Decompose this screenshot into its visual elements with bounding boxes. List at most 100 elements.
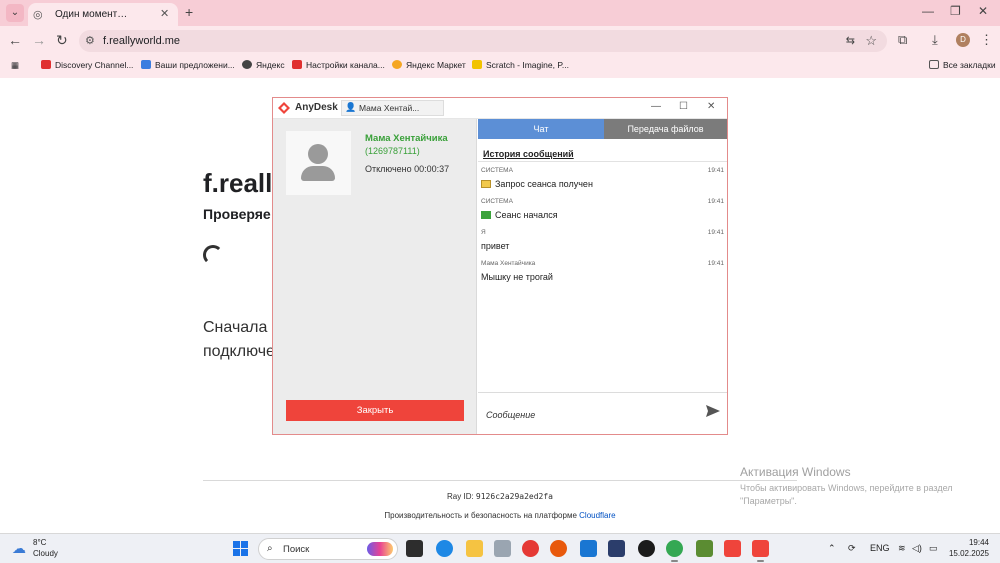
tab-search-button[interactable]: ⌄ bbox=[6, 4, 24, 22]
page-subheading: Проверяе bbox=[203, 206, 271, 222]
language-indicator[interactable]: ENG bbox=[870, 543, 890, 553]
youtube-icon bbox=[41, 60, 51, 69]
tab-close-icon[interactable]: ✕ bbox=[160, 7, 169, 20]
new-tab-button[interactable]: + bbox=[185, 4, 193, 20]
request-icon bbox=[481, 180, 491, 188]
forward-icon[interactable]: → bbox=[32, 32, 46, 48]
update-icon[interactable]: ⟳ bbox=[848, 543, 856, 554]
message-time: 19:41 bbox=[707, 198, 724, 205]
globe-icon: ◎ bbox=[33, 9, 43, 21]
chevron-up-icon[interactable]: ⌃ bbox=[828, 543, 836, 554]
start-button[interactable] bbox=[233, 541, 248, 556]
message-text: Запрос сеанса получен bbox=[495, 179, 593, 189]
search-icon: ⌕ bbox=[267, 543, 273, 554]
reload-icon[interactable]: ↻ bbox=[56, 32, 68, 49]
chat-panel: Чат Передача файлов История сообщений СИ… bbox=[478, 119, 727, 434]
youtube-icon bbox=[292, 60, 302, 69]
yandex-browser-icon[interactable] bbox=[522, 540, 539, 557]
message-text: Мышку не трогай bbox=[481, 272, 553, 282]
menu-icon[interactable]: ⋮ bbox=[980, 32, 993, 48]
yandex-icon bbox=[242, 60, 252, 69]
message-input[interactable] bbox=[486, 407, 686, 423]
restore-icon[interactable]: ❐ bbox=[950, 4, 961, 18]
wifi-icon[interactable]: ≋ bbox=[898, 543, 906, 554]
bookmark-item[interactable]: Яндекс bbox=[242, 60, 285, 70]
app-icon[interactable] bbox=[494, 540, 511, 557]
volume-icon[interactable]: ◁) bbox=[912, 543, 922, 554]
anydesk-icon[interactable] bbox=[752, 540, 769, 562]
bookmarks-bar: ▦ Discovery Channel... Ваши предложени..… bbox=[0, 56, 1000, 78]
back-icon[interactable]: ← bbox=[8, 32, 22, 48]
bookmark-item[interactable]: Яндекс Маркет bbox=[392, 60, 466, 70]
apps-grid-icon[interactable]: ▦ bbox=[11, 60, 19, 71]
address-bar[interactable]: ⚙ f.reallyworld.me ⇆ ☆ bbox=[79, 30, 887, 52]
minimize-icon[interactable]: — bbox=[922, 4, 934, 18]
maximize-icon[interactable]: ☐ bbox=[679, 101, 688, 112]
divider bbox=[203, 480, 797, 481]
cloudflare-link[interactable]: Cloudflare bbox=[579, 511, 615, 520]
download-icon[interactable]: ⤓ bbox=[932, 32, 938, 48]
send-icon[interactable] bbox=[705, 403, 721, 419]
close-icon[interactable]: ✕ bbox=[707, 101, 715, 112]
url-text[interactable]: f.reallyworld.me bbox=[103, 35, 180, 47]
clock-time[interactable]: 19:44 bbox=[955, 538, 989, 547]
site-info-icon[interactable]: ⚙ bbox=[85, 34, 95, 47]
extensions-icon[interactable]: ⧉ bbox=[898, 32, 907, 48]
scratch-icon bbox=[472, 60, 482, 69]
outlook-icon[interactable] bbox=[580, 540, 597, 557]
chat-message: СИСТЕМА 19:41 Запрос сеанса получен bbox=[481, 167, 727, 195]
bookmark-item[interactable]: Ваши предложени... bbox=[141, 60, 235, 70]
translate-icon[interactable]: ⇆ bbox=[846, 34, 855, 47]
chrome-icon[interactable] bbox=[666, 540, 683, 562]
profile-avatar[interactable]: D bbox=[956, 33, 970, 47]
message-text: привет bbox=[481, 241, 510, 251]
windows-logo-icon bbox=[241, 549, 248, 556]
close-button[interactable]: Закрыть bbox=[286, 400, 464, 421]
browser-tab-active[interactable]: ◎ Один момент… ✕ bbox=[28, 3, 178, 26]
anydesk-session-tab[interactable]: 👤 Мама Хентай... bbox=[341, 100, 444, 116]
windows-logo-icon bbox=[233, 541, 240, 548]
message-sender: Я bbox=[481, 229, 486, 236]
minecraft-icon[interactable] bbox=[696, 540, 713, 557]
message-sender: Мама Хентайчика bbox=[481, 260, 536, 267]
steam-icon[interactable] bbox=[638, 540, 655, 557]
avatar bbox=[286, 131, 351, 195]
bookmark-star-icon[interactable]: ☆ bbox=[865, 33, 877, 49]
minimize-icon[interactable]: — bbox=[651, 101, 661, 112]
windows-logo-icon bbox=[241, 541, 248, 548]
battery-icon[interactable]: ▭ bbox=[929, 543, 938, 554]
contact-panel: Мама Хентайчика (1269787111) Отключено 0… bbox=[273, 119, 477, 434]
weather-condition[interactable]: Cloudy bbox=[33, 549, 58, 558]
avatar-body bbox=[301, 166, 335, 181]
anydesk-icon[interactable] bbox=[724, 540, 741, 557]
history-title[interactable]: История сообщений bbox=[483, 149, 574, 159]
tab-file-transfer[interactable]: Передача файлов bbox=[604, 119, 727, 139]
anydesk-titlebar: AnyDesk 👤 Мама Хентай... — ☐ ✕ bbox=[273, 98, 727, 119]
session-icon bbox=[481, 211, 491, 219]
taskbar-search[interactable]: ⌕ Поиск bbox=[258, 538, 398, 560]
weather-temp[interactable]: 8°C bbox=[33, 538, 46, 547]
bookmark-item[interactable]: Discovery Channel... bbox=[41, 60, 133, 70]
bookmark-item[interactable]: Scratch - Imagine, P... bbox=[472, 60, 569, 70]
message-time: 19:41 bbox=[707, 167, 724, 174]
search-highlight-icon bbox=[367, 542, 393, 556]
activation-text: Чтобы активировать Windows, перейдите в … bbox=[740, 483, 953, 493]
message-time: 19:41 bbox=[707, 229, 724, 236]
loading-spinner-icon bbox=[203, 245, 223, 265]
cloud-icon[interactable]: ☁ bbox=[12, 540, 26, 557]
chat-message: Я 19:41 привет bbox=[481, 229, 727, 257]
bookmark-item[interactable]: Настройки канала... bbox=[292, 60, 385, 70]
task-view-icon[interactable] bbox=[406, 540, 423, 557]
bookmark-favicon bbox=[141, 60, 151, 69]
close-window-icon[interactable]: ✕ bbox=[978, 4, 988, 18]
store-icon[interactable] bbox=[608, 540, 625, 557]
firefox-icon[interactable] bbox=[550, 540, 567, 557]
browser-tab-bar: ⌄ ◎ Один момент… ✕ + — ❐ ✕ bbox=[0, 0, 1000, 26]
tab-chat[interactable]: Чат bbox=[478, 119, 604, 139]
search-label: Поиск bbox=[283, 544, 310, 555]
all-bookmarks[interactable]: Все закладки bbox=[929, 60, 996, 70]
edge-icon[interactable] bbox=[436, 540, 453, 557]
clock-date[interactable]: 15.02.2025 bbox=[948, 549, 989, 558]
file-explorer-icon[interactable] bbox=[466, 540, 483, 557]
contact-name: Мама Хентайчика bbox=[365, 133, 448, 144]
